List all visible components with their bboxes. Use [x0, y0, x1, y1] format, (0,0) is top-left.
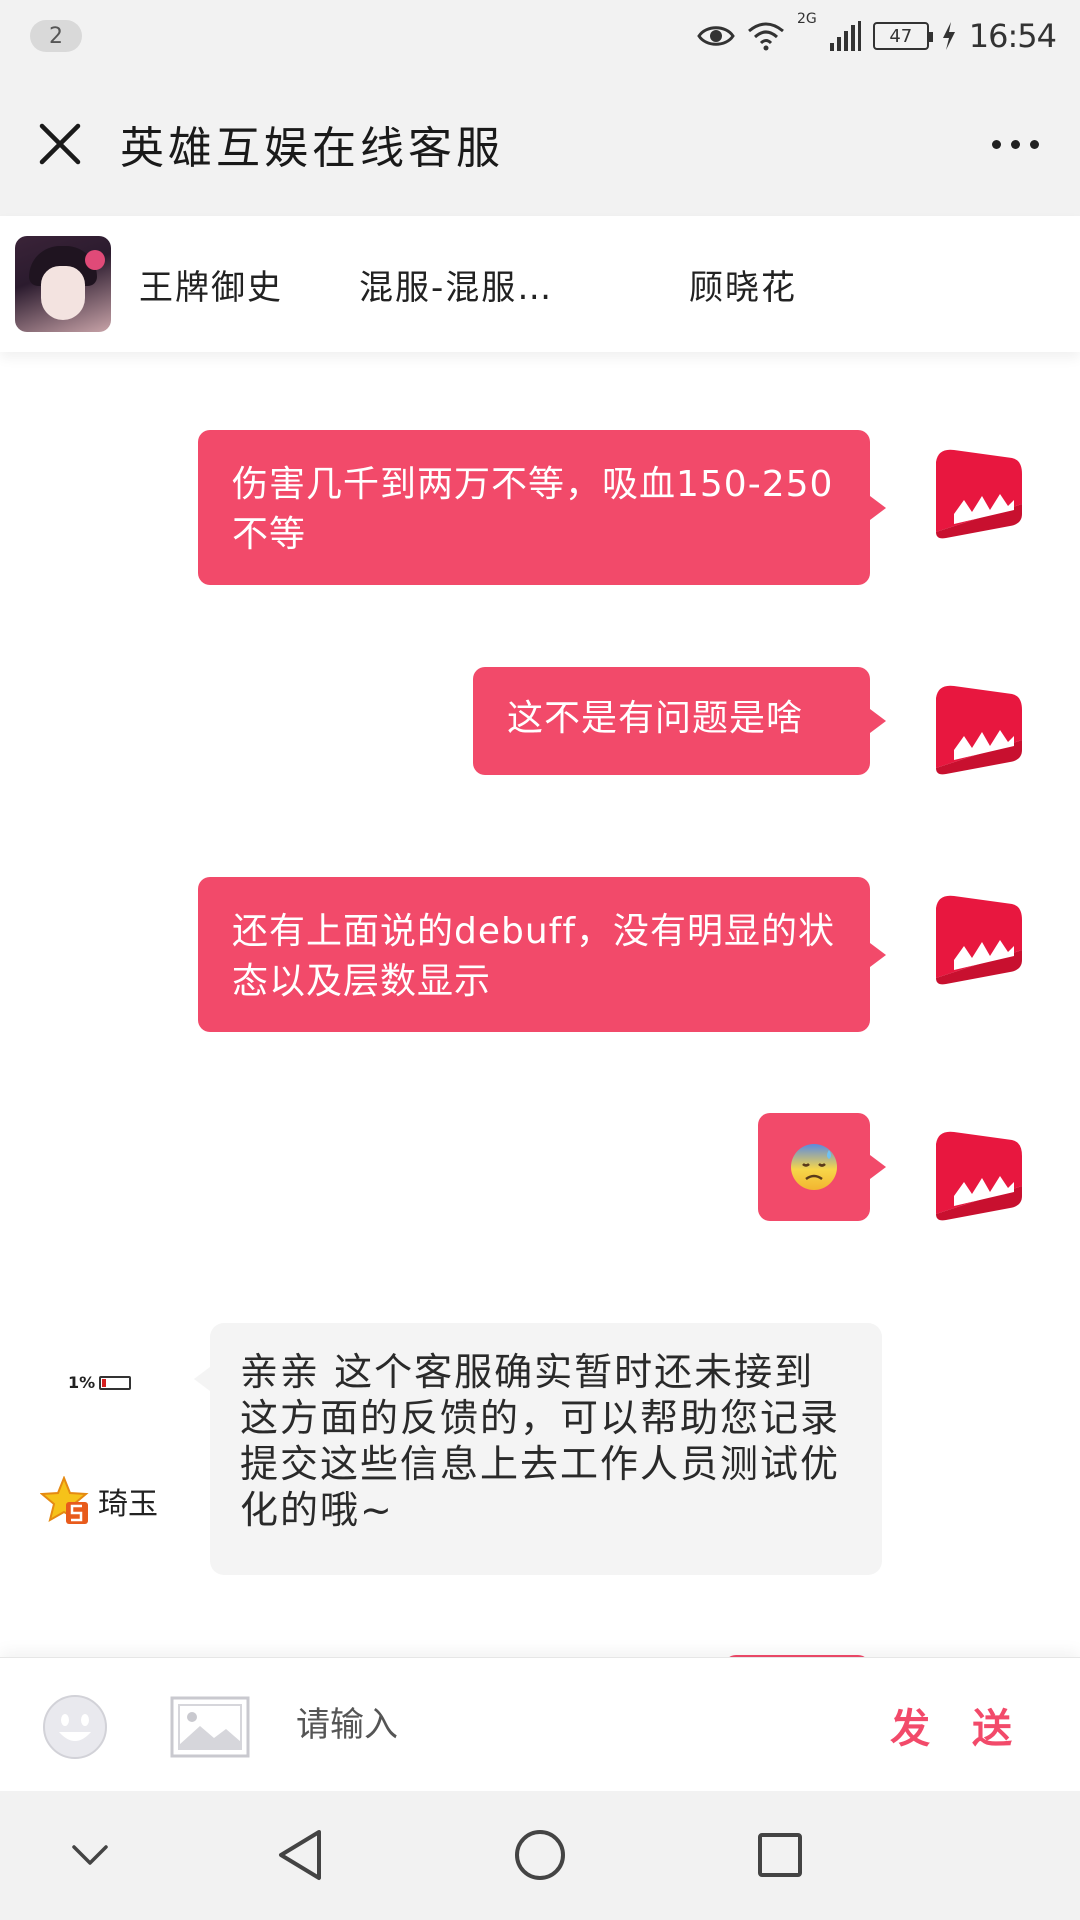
status-icons: 2G 47 16:54: [697, 11, 1057, 55]
more-icon: [991, 139, 1001, 149]
image-icon[interactable]: [170, 1696, 250, 1758]
signal-icon: [829, 21, 861, 51]
home-circle-icon: [515, 1830, 565, 1880]
user-avatar[interactable]: [928, 444, 1026, 542]
back-triangle-icon: [279, 1830, 321, 1880]
battery-indicator: 47: [872, 22, 933, 50]
agent-battery-label: 1%: [68, 1373, 96, 1392]
game-avatar: [15, 236, 111, 332]
game-info-bar: 王牌御史 混服-混服… 顾晓花: [0, 216, 1080, 352]
agent-status: 1%: [68, 1373, 132, 1392]
outgoing-message[interactable]: 伤害几千到两万不等，吸血150-250不等: [198, 430, 886, 585]
nav-recents-button[interactable]: [750, 1825, 810, 1885]
title-bar: 英雄互娱在线客服: [0, 72, 1080, 216]
outgoing-emoji-message[interactable]: [758, 1113, 886, 1221]
nav-back-button[interactable]: [270, 1825, 330, 1885]
recents-square-icon: [758, 1833, 802, 1877]
more-icon-dot: [1029, 139, 1039, 149]
notification-badge: 2: [30, 20, 82, 52]
nav-collapse-button[interactable]: [60, 1825, 120, 1885]
star-badge-icon: [40, 1476, 89, 1524]
more-button[interactable]: [950, 72, 1080, 216]
agent-info: 琦玉: [40, 1476, 158, 1526]
chat-area[interactable]: 伤害几千到两万不等，吸血150-250不等 这不是有问题是啥 还有上面说的deb…: [0, 352, 1080, 1657]
close-button[interactable]: [0, 72, 120, 216]
outgoing-message[interactable]: 这不是有问题是啥: [473, 667, 886, 775]
chevron-down-icon: [72, 1845, 108, 1865]
smiley-icon[interactable]: [42, 1694, 108, 1760]
page-title: 英雄互娱在线客服: [120, 123, 504, 174]
charging-bolt-icon: [942, 22, 955, 50]
system-nav-bar: [0, 1791, 1080, 1920]
eye-icon: [697, 26, 735, 46]
cold-sweat-emoji: [791, 1144, 837, 1190]
outgoing-message[interactable]: 还有上面说的debuff，没有明显的状态以及层数显示: [198, 877, 886, 1032]
input-bar: 发 送: [0, 1657, 1080, 1791]
user-avatar[interactable]: [928, 1126, 1026, 1224]
battery-low-icon: [99, 1375, 132, 1390]
game-name: 王牌御史: [139, 267, 283, 308]
clock: 16:54: [968, 17, 1057, 55]
send-button[interactable]: 发 送: [890, 1694, 1026, 1756]
message-input[interactable]: [296, 1688, 876, 1762]
server-name: 混服-混服…: [359, 267, 554, 308]
incoming-message[interactable]: 亲亲 这个客服确实暂时还未接到这方面的反馈的，可以帮助您记录提交这些信息上去工作…: [194, 1323, 882, 1575]
wifi-icon: [748, 22, 784, 51]
agent-name: 琦玉: [98, 1487, 158, 1522]
role-name: 顾晓花: [689, 267, 797, 308]
status-bar: 2 2G 47 16:54: [0, 0, 1080, 72]
more-icon-dot: [1010, 139, 1020, 149]
close-icon: [39, 123, 81, 165]
nav-home-button[interactable]: [510, 1825, 570, 1885]
user-avatar[interactable]: [928, 890, 1026, 988]
user-avatar[interactable]: [928, 680, 1026, 778]
network-type-label: 2G: [797, 11, 817, 27]
